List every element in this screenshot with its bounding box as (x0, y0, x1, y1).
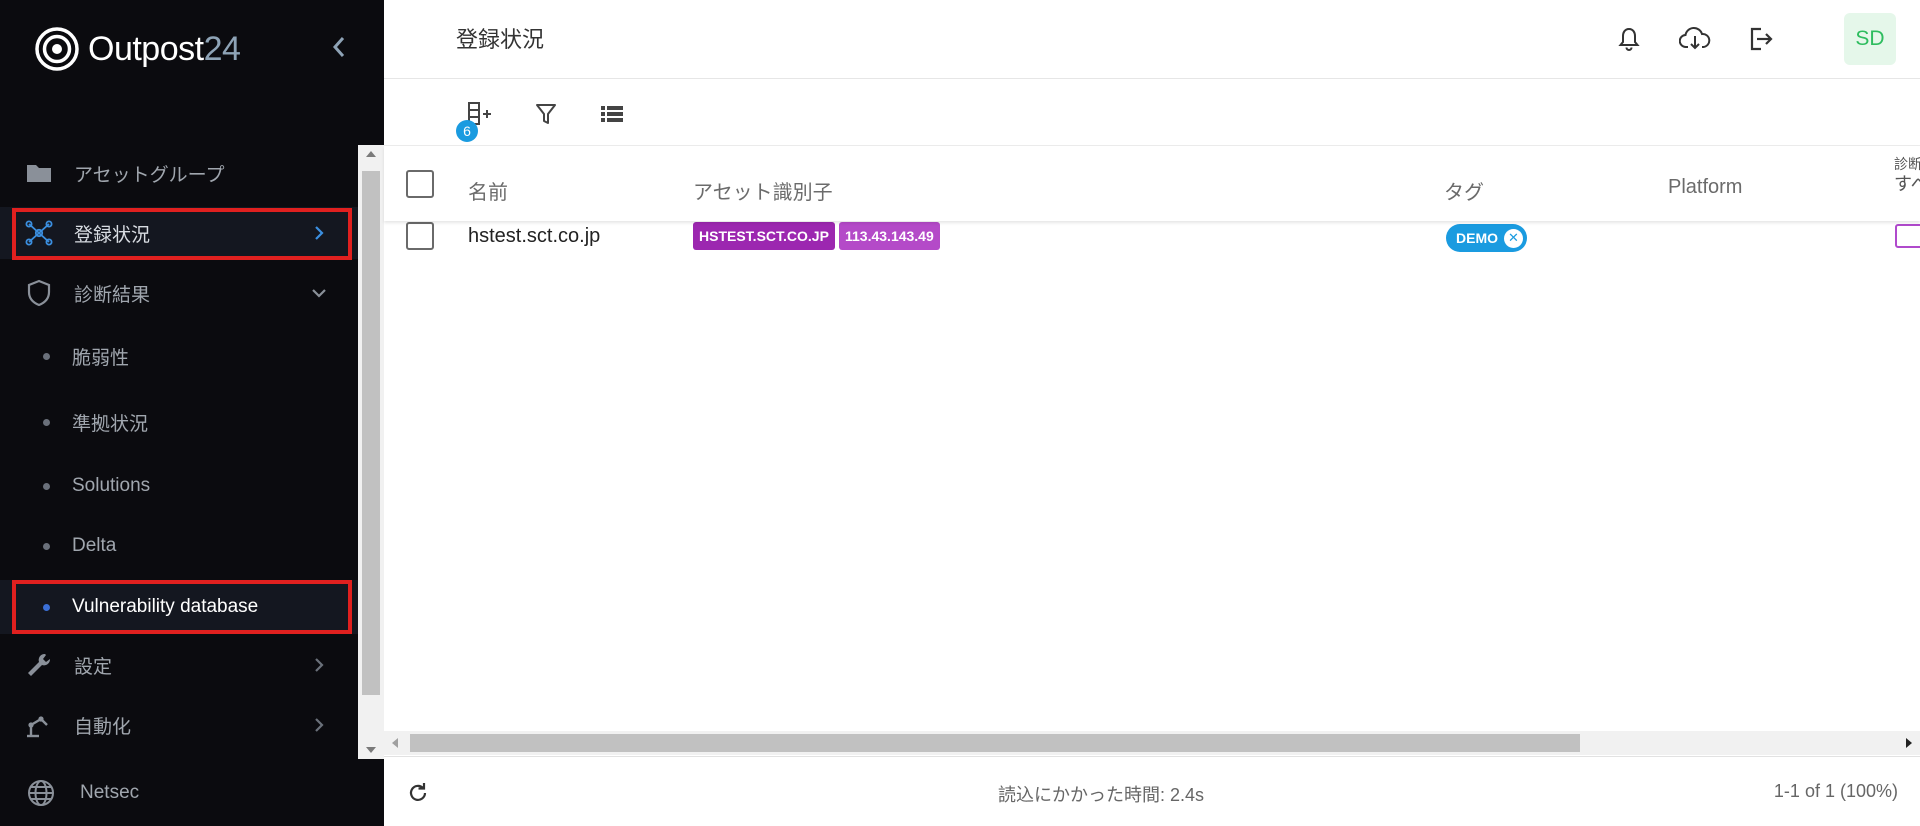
bullet-icon (43, 603, 50, 611)
sidebar-subitem-delta[interactable]: Delta (0, 521, 358, 571)
chevron-right-icon (306, 652, 332, 678)
sidebar-subitem-vulnerabilities[interactable]: 脆弱性 (0, 331, 358, 381)
identifier-chip-ip[interactable]: 113.43.143.49 (839, 222, 940, 250)
chevron-right-icon (306, 220, 332, 246)
download-button[interactable] (1676, 20, 1714, 58)
sidebar-subitem-label: Delta (72, 535, 117, 556)
top-header: 登録状況 SD (384, 0, 1920, 79)
page-title: 登録状況 (456, 27, 545, 52)
identifier-chip-hostname[interactable]: HSTEST.SCT.CO.JP (693, 222, 835, 250)
sidebar-subitem-label: 脆弱性 (72, 347, 130, 369)
sidebar-item-label: アセットグループ (74, 164, 225, 186)
target-logo-icon (35, 27, 79, 71)
table-footer: 読込にかかった時間: 2.4s 1-1 of 1 (100%) (384, 756, 1920, 826)
horizontal-scrollbar[interactable] (384, 731, 1920, 755)
sidebar: Outpost24 アセットグループ 登録状況 診断結果 脆弱性 準拠状況 So… (0, 0, 384, 826)
chevron-left-icon (332, 37, 345, 57)
chevron-right-icon (306, 712, 332, 738)
scrollbar-thumb[interactable] (362, 171, 380, 695)
asset-count-badge: 6 (456, 120, 478, 142)
notifications-button[interactable] (1610, 20, 1648, 58)
list-view-icon (601, 106, 623, 122)
sidebar-item-label: 診断結果 (74, 284, 151, 306)
tag-label: DEMO (1456, 230, 1498, 246)
logout-button[interactable] (1742, 20, 1780, 58)
column-header-name[interactable]: 名前 (468, 176, 508, 205)
scroll-down-arrow-icon[interactable] (366, 747, 376, 753)
sidebar-scrollbar[interactable] (358, 145, 384, 759)
wrench-icon (24, 650, 54, 680)
sidebar-item-automation[interactable]: 自動化 (0, 700, 358, 750)
bullet-icon (43, 482, 50, 490)
logout-icon (1750, 27, 1773, 51)
sidebar-subitem-label: 準拠状況 (72, 413, 149, 435)
bullet-icon (43, 542, 50, 550)
column-header-truncated[interactable]: 診断 すべ (1894, 154, 1920, 195)
column-header-identifier[interactable]: アセット識別子 (693, 176, 833, 205)
scroll-left-arrow-icon[interactable] (392, 738, 398, 748)
sidebar-item-netsec[interactable]: Netsec (0, 768, 358, 818)
table-header: 名前 アセット識別子 タグ Platform 診断 すべ (384, 146, 1920, 221)
refresh-button[interactable] (404, 779, 432, 807)
sidebar-item-scan-results[interactable]: 診断結果 (0, 268, 358, 318)
scrollbar-thumb[interactable] (410, 734, 1580, 752)
folder-icon (24, 158, 54, 188)
sidebar-item-label: 登録状況 (74, 224, 151, 246)
tag-chip[interactable]: DEMO ✕ (1446, 224, 1527, 252)
column-header-truncated-line2: すべ (1894, 174, 1920, 194)
sidebar-item-asset-status[interactable]: 登録状況 (0, 207, 358, 259)
refresh-icon (409, 783, 427, 801)
asset-name[interactable]: hstest.sct.co.jp (468, 225, 600, 248)
load-time-text: 読込にかかった時間: 2.4s (998, 785, 1205, 805)
sidebar-item-label: 自動化 (74, 716, 132, 738)
sidebar-item-label: 設定 (74, 656, 113, 678)
column-header-tags[interactable]: タグ (1444, 176, 1484, 205)
sidebar-item-label: Netsec (80, 782, 140, 803)
remove-tag-icon[interactable]: ✕ (1504, 228, 1523, 248)
shield-icon (24, 278, 54, 308)
sidebar-subitem-solutions[interactable]: Solutions (0, 461, 358, 511)
outpost24-logo[interactable]: Outpost24 (34, 24, 241, 74)
pagination-text: 1-1 of 1 (100%) (1773, 781, 1898, 801)
globe-icon (26, 778, 56, 808)
filter-icon (536, 104, 556, 124)
bullet-icon (43, 418, 50, 426)
row-select-checkbox[interactable] (406, 222, 434, 250)
column-header-truncated-line1: 診断 (1894, 156, 1920, 172)
bullet-icon (43, 352, 50, 360)
table-toolbar: 6 (384, 80, 1920, 146)
network-icon (24, 218, 54, 248)
sidebar-subitem-label: Solutions (72, 475, 151, 496)
sidebar-subitem-compliance[interactable]: 準拠状況 (0, 397, 358, 447)
logo-text: Outpost24 (88, 29, 241, 68)
cloud-download-icon (1679, 26, 1711, 50)
sidebar-subitem-vulnerability-database[interactable]: Vulnerability database (0, 580, 358, 634)
column-view-button[interactable] (592, 94, 632, 134)
scroll-up-arrow-icon[interactable] (366, 151, 376, 157)
sidebar-subitem-label: Vulnerability database (72, 596, 259, 617)
scroll-right-arrow-icon[interactable] (1906, 738, 1912, 748)
sidebar-item-asset-groups[interactable]: アセットグループ (0, 148, 358, 198)
chevron-down-icon (306, 280, 332, 306)
sidebar-item-settings[interactable]: 設定 (0, 640, 358, 690)
user-avatar[interactable]: SD (1844, 13, 1896, 65)
collapse-sidebar-button[interactable] (322, 30, 356, 64)
truncated-cell-box (1895, 224, 1920, 248)
robot-arm-icon (24, 710, 54, 740)
filter-button[interactable] (526, 94, 566, 134)
bell-icon (1618, 27, 1640, 51)
select-all-checkbox[interactable] (406, 170, 434, 198)
table-row[interactable]: hstest.sct.co.jp HSTEST.SCT.CO.JP 113.43… (384, 221, 1920, 271)
column-header-platform[interactable]: Platform (1668, 176, 1742, 199)
